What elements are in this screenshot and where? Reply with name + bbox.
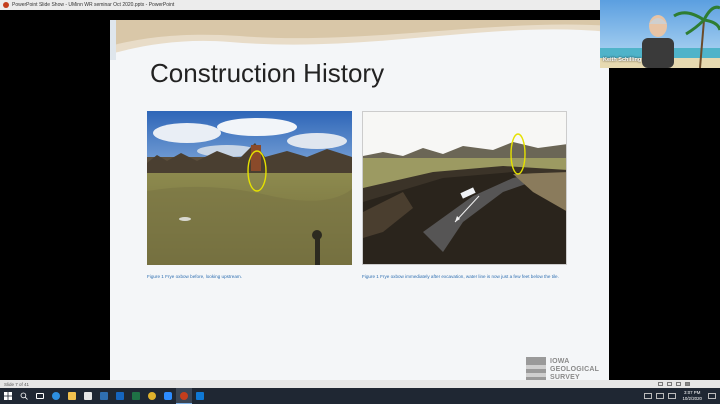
powerpoint-icon <box>180 391 188 400</box>
taskbar-app-excel[interactable] <box>128 388 144 404</box>
photo-oxbow-after <box>362 111 567 265</box>
zoom-icon <box>164 392 172 400</box>
reading-view-icon[interactable] <box>676 382 681 386</box>
task-view-button[interactable] <box>32 388 48 404</box>
taskbar-app-mail[interactable] <box>96 388 112 404</box>
excel-icon <box>132 392 140 400</box>
taskbar-app-chrome[interactable] <box>144 388 160 404</box>
taskbar-app-zoom[interactable] <box>160 388 176 404</box>
system-tray: 3:07 PM 10/2/2020 <box>642 388 720 404</box>
taskbar-app-powerpoint[interactable] <box>176 388 192 404</box>
folder-icon <box>68 392 76 400</box>
view-buttons <box>658 382 690 386</box>
taskbar-app-outlook-2[interactable] <box>192 388 208 404</box>
outlook-icon <box>116 392 124 400</box>
taskbar-app-explorer[interactable] <box>64 388 80 404</box>
window-titlebar: PowerPoint Slide Show - UMinn WR seminar… <box>0 0 600 10</box>
network-icon[interactable] <box>644 393 653 399</box>
clock-date: 10/2/2020 <box>682 396 702 401</box>
slide-indicator: Slide 7 of 41 <box>4 381 30 387</box>
powerpoint-app-icon <box>3 2 9 8</box>
taskbar-app-outlook[interactable] <box>112 388 128 404</box>
battery-icon[interactable] <box>668 393 677 399</box>
windows-logo-icon <box>4 392 12 400</box>
window-title: PowerPoint Slide Show - UMinn WR seminar… <box>12 2 175 8</box>
participant-video[interactable]: Keith Schilling <box>600 0 720 68</box>
edge-icon <box>52 392 60 400</box>
chrome-icon <box>148 392 156 400</box>
slide-title: Construction History <box>150 58 385 88</box>
search-icon <box>20 392 28 400</box>
caption-left: Figure 1 Frye oxbow before, looking upst… <box>147 274 242 279</box>
task-view-icon <box>36 393 44 399</box>
taskbar-app-edge[interactable] <box>48 388 64 404</box>
mail-icon <box>100 392 108 400</box>
slideshow-view-icon[interactable] <box>685 382 690 386</box>
photo-oxbow-before <box>147 111 352 265</box>
normal-view-icon[interactable] <box>658 382 663 386</box>
windows-taskbar: 3:07 PM 10/2/2020 <box>0 388 720 404</box>
participant-name: Keith Schilling <box>603 57 642 63</box>
taskbar-clock[interactable]: 3:07 PM 10/2/2020 <box>682 390 702 402</box>
slide-header-swoosh <box>110 20 609 60</box>
store-icon <box>84 392 92 400</box>
logo-line-1: IOWA <box>550 358 570 365</box>
slide[interactable]: Construction History Figure 1 Frye oxbow… <box>110 20 609 390</box>
taskbar-app-store[interactable] <box>80 388 96 404</box>
slideshow-status-bar: Slide 7 of 41 <box>0 380 720 388</box>
logo-line-2: GEOLOGICAL <box>550 366 600 373</box>
caption-right: Figure 1 Frye oxbow immediately after ex… <box>362 274 559 279</box>
slide-sorter-view-icon[interactable] <box>667 382 672 386</box>
start-button[interactable] <box>0 388 16 404</box>
volume-icon[interactable] <box>656 393 665 399</box>
outlook-icon <box>196 392 204 400</box>
search-taskbar-button[interactable] <box>16 388 32 404</box>
notification-icon[interactable] <box>708 393 716 399</box>
